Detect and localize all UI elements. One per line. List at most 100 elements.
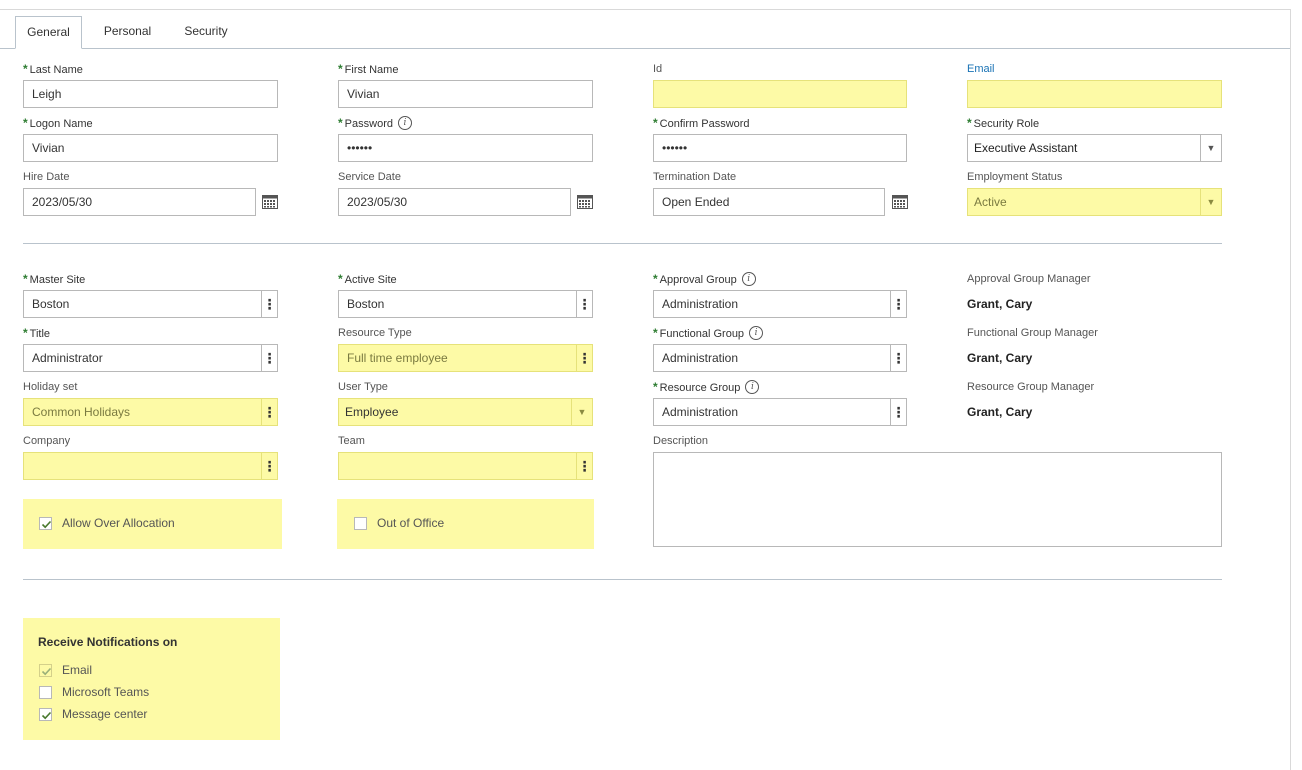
- team-input[interactable]: ⋮: [338, 452, 593, 480]
- functional-group-value: Administration: [662, 351, 739, 365]
- resource-type-label: Resource Type: [338, 327, 412, 339]
- out-of-office-box: [337, 499, 594, 549]
- team-label: Team: [338, 435, 365, 447]
- id-input[interactable]: [653, 80, 907, 108]
- employment-status-value: Active: [974, 195, 1007, 209]
- tab-general[interactable]: General: [15, 16, 82, 49]
- resource-group-manager-value: Grant, Cary: [967, 405, 1033, 419]
- security-role-select[interactable]: Executive Assistant ▼: [967, 134, 1222, 162]
- confirm-password-label: * Confirm Password: [653, 116, 750, 130]
- tab-personal[interactable]: Personal: [95, 16, 160, 47]
- functional-group-label: * Functional Group i: [653, 326, 764, 341]
- calendar-icon[interactable]: [892, 194, 908, 209]
- info-icon[interactable]: i: [397, 116, 412, 131]
- approval-group-label: * Approval Group i: [653, 272, 756, 287]
- master-site-input[interactable]: Boston ⋮: [23, 290, 278, 318]
- title-label: * Title: [23, 326, 51, 340]
- first-name-input[interactable]: Vivian: [338, 80, 593, 108]
- holiday-set-input[interactable]: Common Holidays ⋮: [23, 398, 278, 426]
- description-label: Description: [653, 435, 709, 447]
- description-textarea[interactable]: [653, 452, 1222, 547]
- out-of-office-checkbox[interactable]: [354, 517, 367, 530]
- approval-group-input[interactable]: Administration ⋮: [653, 290, 907, 318]
- holiday-set-label: Holiday set: [23, 381, 78, 393]
- more-vertical-icon[interactable]: ⋮: [890, 345, 906, 371]
- termination-date-input[interactable]: Open Ended: [653, 188, 885, 216]
- section-divider: [23, 243, 1222, 244]
- holiday-set-value: Common Holidays: [32, 405, 131, 419]
- password-label: * Password i: [338, 116, 412, 131]
- info-icon[interactable]: i: [741, 272, 756, 287]
- email-notification-label: Email: [62, 663, 93, 677]
- section-divider: [23, 579, 1222, 580]
- approval-group-manager-value: Grant, Cary: [967, 297, 1033, 311]
- company-label: Company: [23, 435, 71, 447]
- more-vertical-icon[interactable]: ⋮: [890, 291, 906, 317]
- more-vertical-icon[interactable]: ⋮: [261, 399, 277, 425]
- last-name-label: * Last Name: [23, 62, 83, 76]
- password-input[interactable]: ••••••: [338, 134, 593, 162]
- employment-status-label: Employment Status: [967, 171, 1063, 183]
- functional-group-manager-value: Grant, Cary: [967, 351, 1033, 365]
- confirm-password-input[interactable]: ••••••: [653, 134, 907, 162]
- hire-date-input[interactable]: 2023/05/30: [23, 188, 256, 216]
- active-site-input[interactable]: Boston ⋮: [338, 290, 593, 318]
- resource-group-label: * Resource Group i: [653, 380, 760, 395]
- employment-status-select[interactable]: Active ▼: [967, 188, 1222, 216]
- active-site-label: * Active Site: [338, 272, 397, 286]
- hire-date-label: Hire Date: [23, 171, 70, 183]
- calendar-icon[interactable]: [262, 194, 278, 209]
- chevron-down-icon[interactable]: ▼: [571, 399, 592, 425]
- teams-notification-label: Microsoft Teams: [62, 685, 150, 699]
- security-role-value: Executive Assistant: [974, 141, 1078, 155]
- user-type-label: User Type: [338, 381, 388, 393]
- tab-security[interactable]: Security: [175, 16, 237, 47]
- id-label: Id: [653, 63, 663, 75]
- info-icon[interactable]: i: [749, 326, 764, 341]
- user-type-select[interactable]: Employee ▼: [338, 398, 593, 426]
- last-name-input[interactable]: Leigh: [23, 80, 278, 108]
- first-name-label: * First Name: [338, 62, 399, 76]
- resource-group-value: Administration: [662, 405, 739, 419]
- out-of-office-label: Out of Office: [377, 516, 445, 530]
- termination-date-label: Termination Date: [653, 171, 737, 183]
- company-input[interactable]: ⋮: [23, 452, 278, 480]
- title-input[interactable]: Administrator ⋮: [23, 344, 278, 372]
- notifications-title: Receive Notifications on: [38, 635, 178, 649]
- more-vertical-icon[interactable]: ⋮: [261, 453, 277, 479]
- functional-group-input[interactable]: Administration ⋮: [653, 344, 907, 372]
- title-value: Administrator: [32, 351, 103, 365]
- more-vertical-icon[interactable]: ⋮: [576, 291, 592, 317]
- chevron-down-icon[interactable]: ▼: [1200, 189, 1221, 215]
- info-icon[interactable]: i: [745, 380, 760, 395]
- email-label[interactable]: Email: [967, 62, 995, 76]
- allow-over-allocation-label: Allow Over Allocation: [62, 516, 175, 530]
- message-center-notification-checkbox[interactable]: [39, 708, 52, 721]
- logon-name-input[interactable]: Vivian: [23, 134, 278, 162]
- master-site-label: * Master Site: [23, 272, 86, 286]
- service-date-input[interactable]: 2023/05/30: [338, 188, 571, 216]
- resource-type-value: Full time employee: [347, 351, 448, 365]
- security-role-label: * Security Role: [967, 116, 1040, 130]
- more-vertical-icon[interactable]: ⋮: [576, 345, 592, 371]
- email-notification-checkbox[interactable]: [39, 664, 52, 677]
- teams-notification-checkbox[interactable]: [39, 686, 52, 699]
- resource-group-manager-label: Resource Group Manager: [967, 381, 1095, 393]
- tab-bar: General Personal Security: [0, 16, 1290, 49]
- resource-group-input[interactable]: Administration ⋮: [653, 398, 907, 426]
- calendar-icon[interactable]: [577, 194, 593, 209]
- chevron-down-icon[interactable]: ▼: [1200, 135, 1221, 161]
- more-vertical-icon[interactable]: ⋮: [261, 345, 277, 371]
- active-site-value: Boston: [347, 297, 385, 311]
- user-type-value: Employee: [345, 405, 399, 419]
- more-vertical-icon[interactable]: ⋮: [576, 453, 592, 479]
- allow-over-allocation-checkbox[interactable]: [39, 517, 52, 530]
- more-vertical-icon[interactable]: ⋮: [890, 399, 906, 425]
- email-input[interactable]: [967, 80, 1222, 108]
- approval-group-value: Administration: [662, 297, 739, 311]
- master-site-value: Boston: [32, 297, 70, 311]
- service-date-label: Service Date: [338, 171, 401, 183]
- message-center-notification-label: Message center: [62, 707, 148, 721]
- resource-type-input[interactable]: Full time employee ⋮: [338, 344, 593, 372]
- more-vertical-icon[interactable]: ⋮: [261, 291, 277, 317]
